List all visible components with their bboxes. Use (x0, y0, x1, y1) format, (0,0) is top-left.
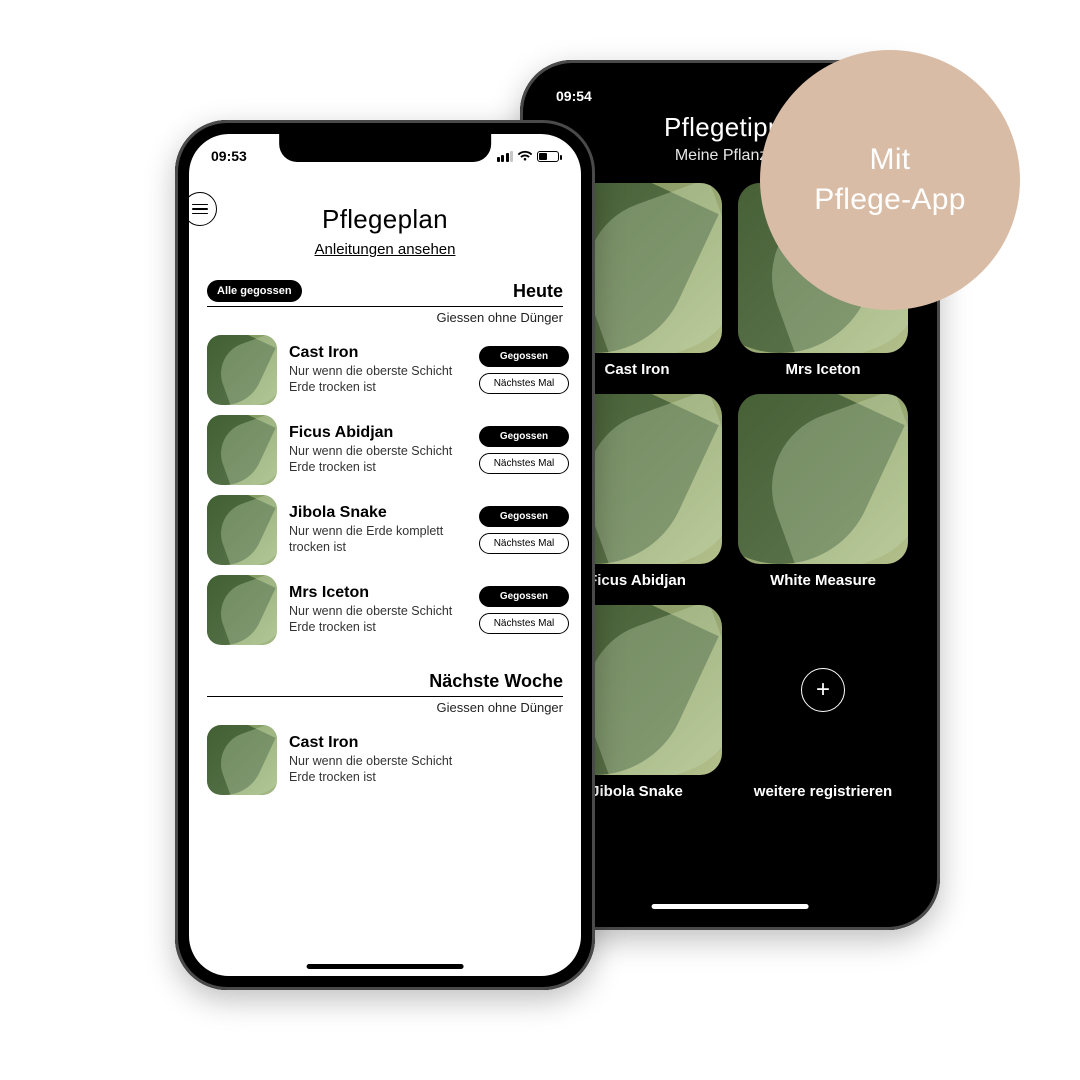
plant-thumbnail[interactable] (207, 495, 277, 565)
plant-name: Cast Iron (289, 344, 467, 362)
plant-desc: Nur wenn die oberste Schicht Erde trocke… (289, 754, 467, 785)
signal-icon (497, 151, 514, 162)
plant-name: Mrs Iceton (289, 584, 467, 602)
divider (207, 696, 563, 697)
plant-name: Cast Iron (289, 734, 467, 752)
status-icons (497, 150, 560, 162)
add-plant-tile[interactable]: + weitere registrieren (738, 605, 908, 800)
watered-button[interactable]: Gegossen (479, 346, 569, 367)
battery-icon (537, 151, 559, 162)
plant-thumbnail[interactable] (207, 335, 277, 405)
phone-front: 09:53 Pflegeplan Anleitungen ansehen All… (175, 120, 595, 990)
plant-tile[interactable]: White Measure (738, 394, 908, 589)
next-time-button[interactable]: Nächstes Mal (479, 373, 569, 394)
section-title: Heute (513, 281, 563, 302)
plant-desc: Nur wenn die oberste Schicht Erde trocke… (289, 604, 467, 635)
plant-row: Cast Iron Nur wenn die oberste Schicht E… (207, 725, 569, 795)
instructions-link[interactable]: Anleitungen ansehen (189, 241, 581, 258)
add-thumbnail: + (738, 605, 908, 775)
plant-row: Jibola Snake Nur wenn die Erde komplett … (207, 495, 569, 565)
section-subtitle: Giessen ohne Dünger (207, 700, 563, 715)
next-time-button[interactable]: Nächstes Mal (479, 533, 569, 554)
all-watered-pill[interactable]: Alle gegossen (207, 280, 302, 302)
plant-label: Mrs Iceton (785, 361, 860, 378)
home-indicator (307, 964, 464, 969)
plant-name: Ficus Abidjan (289, 424, 467, 442)
plant-thumbnail[interactable] (207, 575, 277, 645)
status-time: 09:53 (211, 148, 247, 164)
watered-button[interactable]: Gegossen (479, 506, 569, 527)
watered-button[interactable]: Gegossen (479, 586, 569, 607)
plant-label: Jibola Snake (591, 783, 683, 800)
plant-list-today: Cast Iron Nur wenn die oberste Schicht E… (207, 335, 569, 645)
plant-label: Cast Iron (604, 361, 669, 378)
section-title: Nächste Woche (429, 671, 563, 692)
plant-label: Ficus Abidjan (588, 572, 686, 589)
plant-desc: Nur wenn die oberste Schicht Erde trocke… (289, 364, 467, 395)
divider (207, 306, 563, 307)
section-header-next-week: Nächste Woche Giessen ohne Dünger (207, 671, 563, 715)
plant-row: Ficus Abidjan Nur wenn die oberste Schic… (207, 415, 569, 485)
section-subtitle: Giessen ohne Dünger (207, 310, 563, 325)
plant-label: White Measure (770, 572, 876, 589)
plant-row: Cast Iron Nur wenn die oberste Schicht E… (207, 335, 569, 405)
plant-list-next-week: Cast Iron Nur wenn die oberste Schicht E… (207, 725, 569, 795)
promo-text: Mit Pflege-App (814, 140, 965, 221)
page-title: Pflegeplan (189, 204, 581, 235)
plant-name: Jibola Snake (289, 504, 467, 522)
plant-row: Mrs Iceton Nur wenn die oberste Schicht … (207, 575, 569, 645)
menu-icon (192, 204, 208, 206)
status-time: 09:54 (556, 88, 592, 104)
plant-thumbnail[interactable] (207, 415, 277, 485)
plant-thumbnail (738, 394, 908, 564)
next-time-button[interactable]: Nächstes Mal (479, 613, 569, 634)
plant-desc: Nur wenn die oberste Schicht Erde trocke… (289, 444, 467, 475)
promo-badge: Mit Pflege-App (760, 50, 1020, 310)
next-time-button[interactable]: Nächstes Mal (479, 453, 569, 474)
section-header-today: Alle gegossen Heute Giessen ohne Dünger (207, 280, 563, 325)
add-label: weitere registrieren (754, 783, 892, 800)
plus-icon: + (801, 668, 845, 712)
plant-desc: Nur wenn die Erde komplett trocken ist (289, 524, 467, 555)
wifi-icon (517, 150, 533, 162)
watered-button[interactable]: Gegossen (479, 426, 569, 447)
notch (279, 134, 491, 162)
home-indicator (652, 904, 809, 909)
plant-thumbnail[interactable] (207, 725, 277, 795)
